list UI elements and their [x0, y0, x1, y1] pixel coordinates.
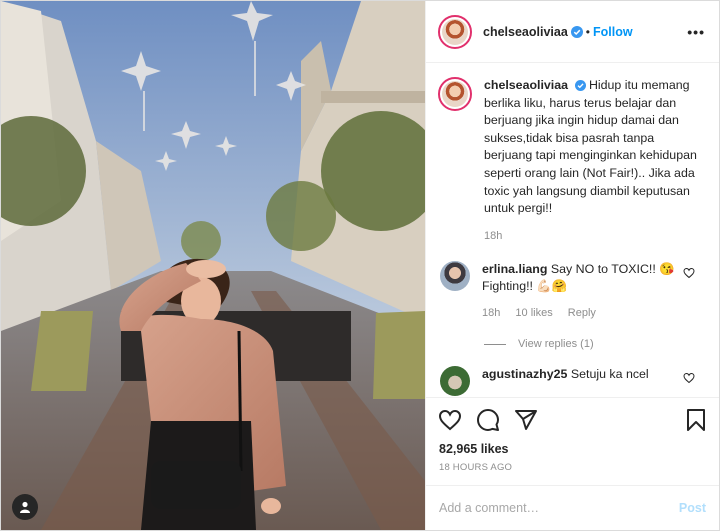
comment-icon[interactable]	[476, 408, 500, 432]
comment-avatar[interactable]	[440, 261, 470, 292]
comment-actions: 18h 10 likes Reply	[482, 305, 678, 322]
bookmark-icon[interactable]	[685, 408, 707, 432]
comment-username[interactable]: agustinazhy25	[482, 367, 567, 381]
heart-icon[interactable]	[438, 408, 462, 432]
post-photo[interactable]	[1, 1, 425, 530]
follow-button[interactable]: Follow	[593, 25, 633, 39]
caption-avatar[interactable]	[438, 77, 472, 111]
more-options-button[interactable]: •••	[687, 24, 705, 40]
verified-badge-icon	[574, 80, 586, 91]
caption-time[interactable]: 18h	[484, 228, 705, 246]
add-comment-bar: Post	[426, 485, 719, 530]
instagram-post: chelseaoliviaa • Follow ••• chelseaolivi…	[0, 0, 720, 531]
user-tag-icon[interactable]	[12, 494, 38, 520]
caption-text: Hidup itu memang berlika liku, harus ter…	[484, 78, 697, 216]
comment-like-icon[interactable]	[683, 267, 695, 279]
comment-body: agustinazhy25 Setuju ka ncel	[482, 366, 678, 396]
add-comment-input[interactable]	[439, 501, 679, 515]
verified-badge-icon	[570, 25, 583, 38]
street-scene-photo	[1, 1, 425, 530]
comment-body: erlina.liang Say NO to TOXIC!! 😘 Fightin…	[482, 261, 678, 322]
comment-like-icon[interactable]	[683, 372, 695, 384]
reply-button[interactable]: Reply	[568, 307, 596, 319]
comment-time[interactable]: 18h	[482, 307, 500, 319]
comment-item: agustinazhy25 Setuju ka ncel	[438, 366, 705, 397]
comment-text: Setuju ka ncel	[570, 367, 649, 382]
caption-body: chelseaoliviaa Hidup itu memang berlika …	[484, 77, 705, 245]
comment-item: erlina.liang Say NO to TOXIC!! 😘 Fightin…	[438, 261, 705, 322]
post-comment-button[interactable]: Post	[679, 501, 706, 515]
post-timestamp[interactable]: 18 HOURS AGO	[426, 456, 719, 473]
view-replies-line	[484, 343, 506, 345]
header-separator: •	[585, 24, 590, 39]
action-bar	[426, 398, 719, 442]
comment-avatar[interactable]	[440, 366, 470, 397]
likes-count[interactable]: 82,965 likes	[426, 442, 719, 456]
comments-section: chelseaoliviaa Hidup itu memang berlika …	[426, 63, 719, 397]
post-caption: chelseaoliviaa Hidup itu memang berlika …	[438, 77, 705, 245]
post-header: chelseaoliviaa • Follow •••	[426, 1, 719, 63]
header-username[interactable]: chelseaoliviaa	[483, 25, 568, 39]
caption-username[interactable]: chelseaoliviaa	[484, 78, 568, 92]
header-avatar[interactable]	[438, 14, 472, 49]
person-icon	[20, 501, 30, 513]
view-replies-button[interactable]: View replies (1)	[484, 338, 705, 350]
post-footer: 82,965 likes 18 HOURS AGO Post	[426, 397, 719, 530]
view-replies-label: View replies (1)	[518, 338, 594, 351]
post-sidebar: chelseaoliviaa • Follow ••• chelseaolivi…	[425, 1, 719, 530]
comment-likes[interactable]: 10 likes	[515, 307, 552, 319]
comment-username[interactable]: erlina.liang	[482, 262, 547, 276]
share-icon[interactable]	[514, 408, 538, 432]
